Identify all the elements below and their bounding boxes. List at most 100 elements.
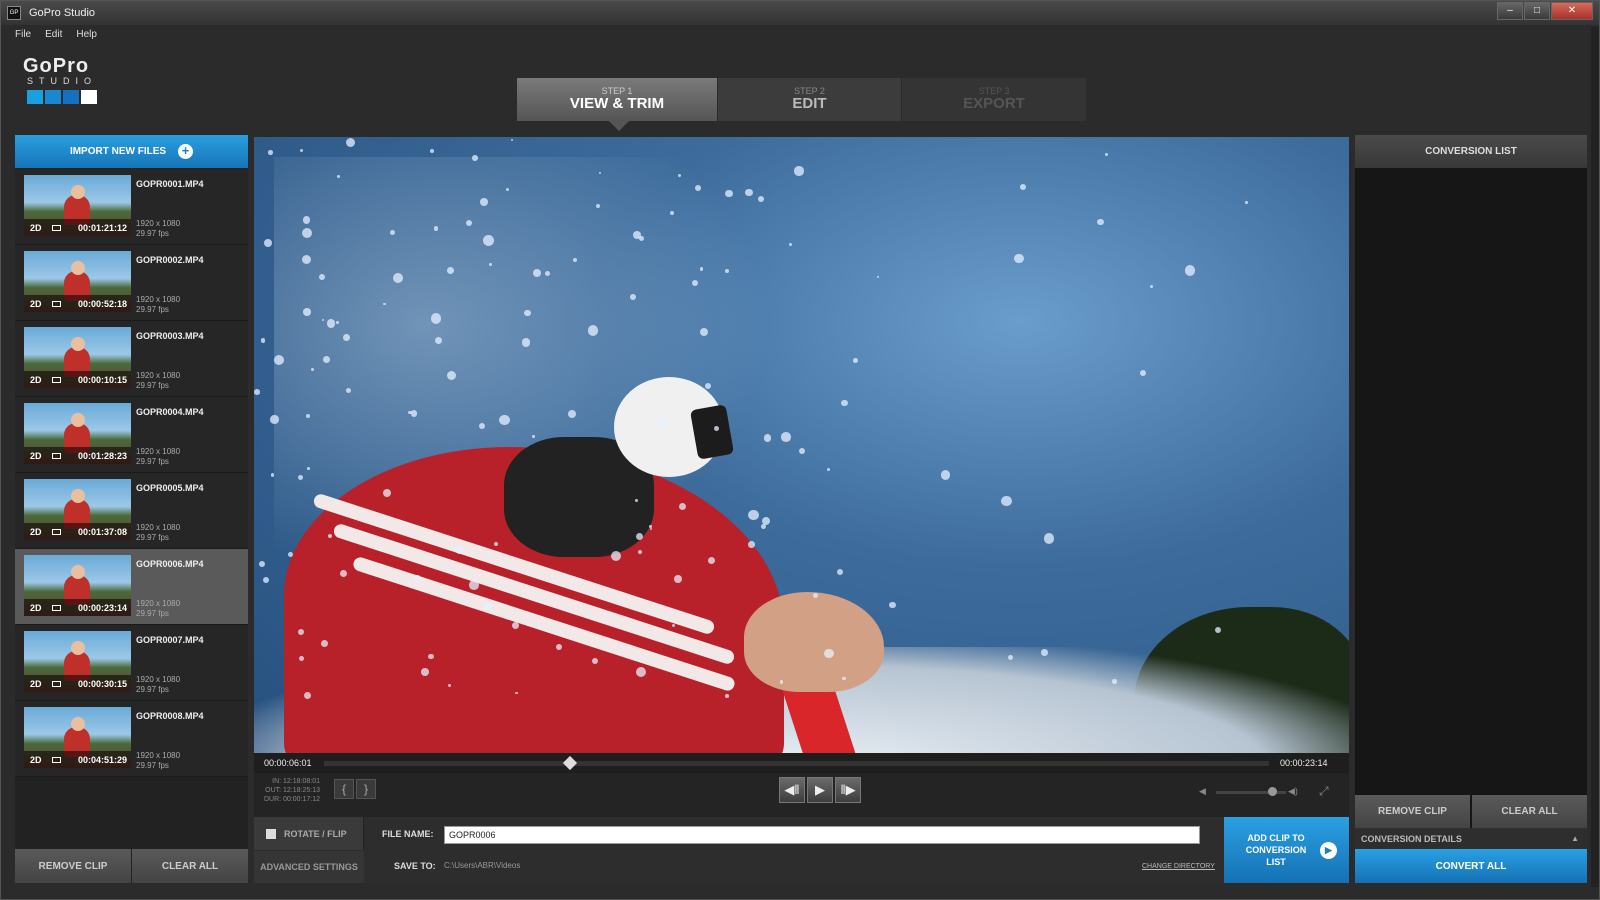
water-droplet: [488, 262, 492, 266]
current-time: 00:00:06:01: [264, 758, 312, 768]
water-droplet: [636, 666, 647, 677]
clip-duration: 00:00:30:15: [77, 678, 127, 689]
step-tabs: STEP 1 VIEW & TRIM STEP 2 EDIT STEP 3 EX…: [517, 78, 1087, 131]
water-droplet: [630, 294, 636, 301]
step-back-icon[interactable]: ◀‖: [779, 777, 805, 803]
water-droplet: [254, 389, 260, 395]
rotate-flip-toggle[interactable]: ROTATE / FLIP: [254, 817, 364, 850]
remove-clip-button[interactable]: REMOVE CLIP: [1355, 795, 1470, 828]
water-droplet: [638, 236, 644, 242]
clip-duration: 00:00:10:15: [77, 374, 127, 385]
set-in-point-button[interactable]: {: [334, 779, 354, 799]
clip-item[interactable]: 2D 00:00:23:14 GOPR0006.MP4 1920 x 1080 29.9…: [15, 549, 248, 625]
water-droplet: [587, 324, 599, 336]
clip-fps: 29.97 fps: [136, 609, 169, 618]
camera-icon: [51, 680, 61, 687]
menu-file[interactable]: File: [15, 29, 31, 40]
water-droplet: [307, 467, 310, 470]
clip-item[interactable]: 2D 00:00:52:18 GOPR0002.MP4 1920 x 1080 29.9…: [15, 245, 248, 321]
gopro-logo: GoPro STUDIO: [23, 55, 113, 104]
file-name-input[interactable]: GOPR0006: [444, 826, 1200, 844]
add-clip-to-conversion-list-button[interactable]: ADD CLIP TO CONVERSION LIST ▶: [1224, 817, 1349, 883]
logo-text: GoPro: [23, 55, 90, 77]
camera-icon: [51, 756, 61, 763]
clip-item[interactable]: 2D 00:01:21:12 GOPR0001.MP4 1920 x 1080 29.9…: [15, 169, 248, 245]
window-scrollbar[interactable]: [1591, 27, 1599, 887]
clip-overlay: 2D 00:01:28:23: [24, 447, 131, 464]
clip-fps: 29.97 fps: [136, 761, 169, 770]
water-droplet: [261, 338, 266, 343]
conversion-details-label: CONVERSION DETAILS: [1361, 833, 1462, 844]
clip-filename: GOPR0002.MP4: [136, 255, 204, 265]
water-droplet: [836, 568, 844, 576]
clip-item[interactable]: 2D 00:01:37:08 GOPR0005.MP4 1920 x 1080 29.9…: [15, 473, 248, 549]
water-droplet: [714, 426, 719, 432]
volume-high-icon[interactable]: ◀): [1288, 786, 1298, 797]
clip-item[interactable]: 2D 00:00:30:15 GOPR0007.MP4 1920 x 1080 29.9…: [15, 625, 248, 701]
set-out-point-button[interactable]: }: [356, 779, 376, 799]
close-button[interactable]: ✕: [1551, 2, 1593, 20]
clip-overlay: 2D 00:00:23:14: [24, 599, 131, 616]
tab-edit[interactable]: STEP 2 EDIT: [718, 78, 901, 121]
rotate-flip-checkbox[interactable]: [266, 828, 276, 839]
import-new-files-button[interactable]: IMPORT NEW FILES +: [15, 135, 248, 168]
clip-resolution: 1920 x 1080: [136, 447, 181, 456]
water-droplet: [318, 273, 326, 281]
advanced-settings-button[interactable]: ADVANCED SETTINGS: [254, 851, 364, 883]
clear-all-button[interactable]: CLEAR ALL: [132, 849, 248, 883]
thumb-figure: [71, 717, 85, 731]
clip-item[interactable]: 2D 00:01:28:23 GOPR0004.MP4 1920 x 1080 29.9…: [15, 397, 248, 473]
playhead-handle[interactable]: [562, 755, 577, 771]
volume-low-icon[interactable]: ◀: [1199, 786, 1206, 797]
clip-item[interactable]: 2D 00:00:10:15 GOPR0003.MP4 1920 x 1080 29.9…: [15, 321, 248, 397]
clip-overlay: 2D 00:00:30:15: [24, 675, 131, 692]
change-directory-link[interactable]: CHANGE DIRECTORY: [1142, 863, 1215, 870]
tab-export[interactable]: STEP 3 EXPORT: [902, 78, 1086, 121]
plus-icon: +: [178, 144, 194, 159]
water-droplet: [421, 668, 429, 677]
menu-edit[interactable]: Edit: [45, 29, 62, 40]
mode-badge: 2D: [30, 678, 42, 689]
video-preview[interactable]: [254, 137, 1349, 753]
camera-icon: [51, 300, 61, 307]
minimize-button[interactable]: –: [1497, 2, 1523, 20]
clip-item[interactable]: 2D 00:04:51:29 GOPR0008.MP4 1920 x 1080 29.9…: [15, 701, 248, 777]
water-droplet: [483, 235, 494, 246]
mode-badge: 2D: [30, 754, 42, 765]
step-forward-icon[interactable]: ‖▶: [835, 777, 861, 803]
water-droplet: [494, 541, 499, 546]
logo-square: [45, 90, 61, 104]
water-droplet: [745, 189, 753, 197]
water-droplet: [725, 694, 729, 698]
water-droplet: [297, 474, 303, 480]
thumb-figure: [71, 489, 85, 503]
water-droplet: [649, 525, 652, 528]
save-to-label: SAVE TO:: [394, 861, 436, 871]
clear-all-button[interactable]: CLEAR ALL: [1472, 795, 1587, 828]
clip-fps: 29.97 fps: [136, 305, 169, 314]
tab-view-trim[interactable]: STEP 1 VIEW & TRIM: [517, 78, 717, 131]
clip-overlay: 2D 00:00:10:15: [24, 371, 131, 388]
trim-duration: DUR: 00:00:17:12: [263, 796, 320, 803]
scrub-bar[interactable]: [324, 761, 1269, 766]
menu-help[interactable]: Help: [76, 29, 97, 40]
water-droplet: [853, 358, 858, 364]
water-droplet: [340, 569, 347, 577]
clip-filename: GOPR0004.MP4: [136, 407, 204, 417]
water-droplet: [596, 203, 601, 208]
camera-icon: [51, 224, 61, 231]
conversion-details-toggle[interactable]: CONVERSION DETAILS ▲: [1355, 828, 1587, 849]
file-name-label: FILE NAME:: [382, 829, 434, 839]
volume-knob[interactable]: [1268, 787, 1277, 796]
remove-clip-button[interactable]: REMOVE CLIP: [15, 849, 131, 883]
chevron-up-icon: ▲: [1571, 834, 1579, 843]
clip-resolution: 1920 x 1080: [136, 675, 181, 684]
clip-filename: GOPR0001.MP4: [136, 179, 204, 189]
convert-all-button[interactable]: CONVERT ALL: [1355, 849, 1587, 883]
water-droplet: [472, 154, 479, 161]
fullscreen-icon[interactable]: ⤢: [1319, 785, 1333, 797]
water-droplet: [533, 268, 542, 277]
play-icon[interactable]: ▶: [807, 777, 833, 803]
menu-bar: File Edit Help: [1, 25, 1599, 43]
maximize-button[interactable]: □: [1524, 2, 1550, 20]
